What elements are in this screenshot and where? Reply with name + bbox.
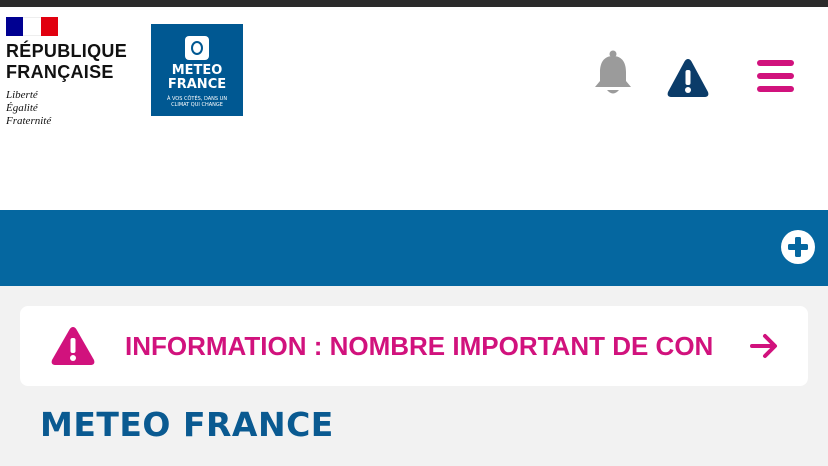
mf-logo-tagline: À VOS CÔTÉS, DANS UN CLIMAT QUI CHANGE — [151, 96, 243, 108]
section-title: METEO FRANCE — [40, 405, 334, 444]
alert-text: INFORMATION : NOMBRE IMPORTANT DE CON — [125, 331, 714, 361]
meteo-france-logo[interactable]: METEO FRANCE À VOS CÔTÉS, DANS UN CLIMAT… — [151, 24, 243, 116]
rf-name: RÉPUBLIQUE FRANÇAISE — [6, 41, 127, 83]
mf-logo-text: METEO FRANCE — [151, 64, 243, 92]
motto-egalite: Égalité — [6, 102, 38, 114]
expand-button[interactable] — [780, 229, 816, 265]
warning-icon — [51, 327, 95, 365]
top-strip — [0, 0, 828, 7]
republique-francaise-logo[interactable]: RÉPUBLIQUE FRANÇAISE Liberté Égalité Fra… — [6, 17, 136, 129]
motto-liberte: Liberté — [6, 89, 38, 101]
hamburger-menu-icon — [757, 60, 794, 92]
blue-banner — [0, 210, 828, 286]
arrow-right-icon — [750, 334, 777, 358]
french-flag-icon — [6, 17, 58, 36]
rf-name-line1: RÉPUBLIQUE — [6, 41, 128, 61]
plus-circle-icon — [781, 230, 815, 264]
bell-icon — [595, 50, 631, 94]
information-alert-banner[interactable]: INFORMATION : NOMBRE IMPORTANT DE CON — [20, 306, 808, 386]
warning-icon — [667, 59, 709, 97]
rf-name-line2: FRANÇAISE — [6, 62, 114, 82]
site-header: RÉPUBLIQUE FRANÇAISE Liberté Égalité Fra… — [0, 7, 828, 210]
mf-logo-line2: FRANCE — [167, 77, 227, 92]
meteo-france-mark-icon — [185, 36, 209, 60]
motto-fraternite: Fraternité — [6, 115, 52, 127]
mf-logo-line1: METEO — [171, 63, 223, 78]
main-menu-button[interactable] — [756, 59, 796, 95]
notifications-button[interactable] — [592, 50, 634, 96]
mf-tagline-line2: CLIMAT QUI CHANGE — [171, 102, 223, 108]
rf-motto: Liberté Égalité Fraternité — [6, 89, 51, 128]
alerts-button[interactable] — [666, 57, 710, 99]
